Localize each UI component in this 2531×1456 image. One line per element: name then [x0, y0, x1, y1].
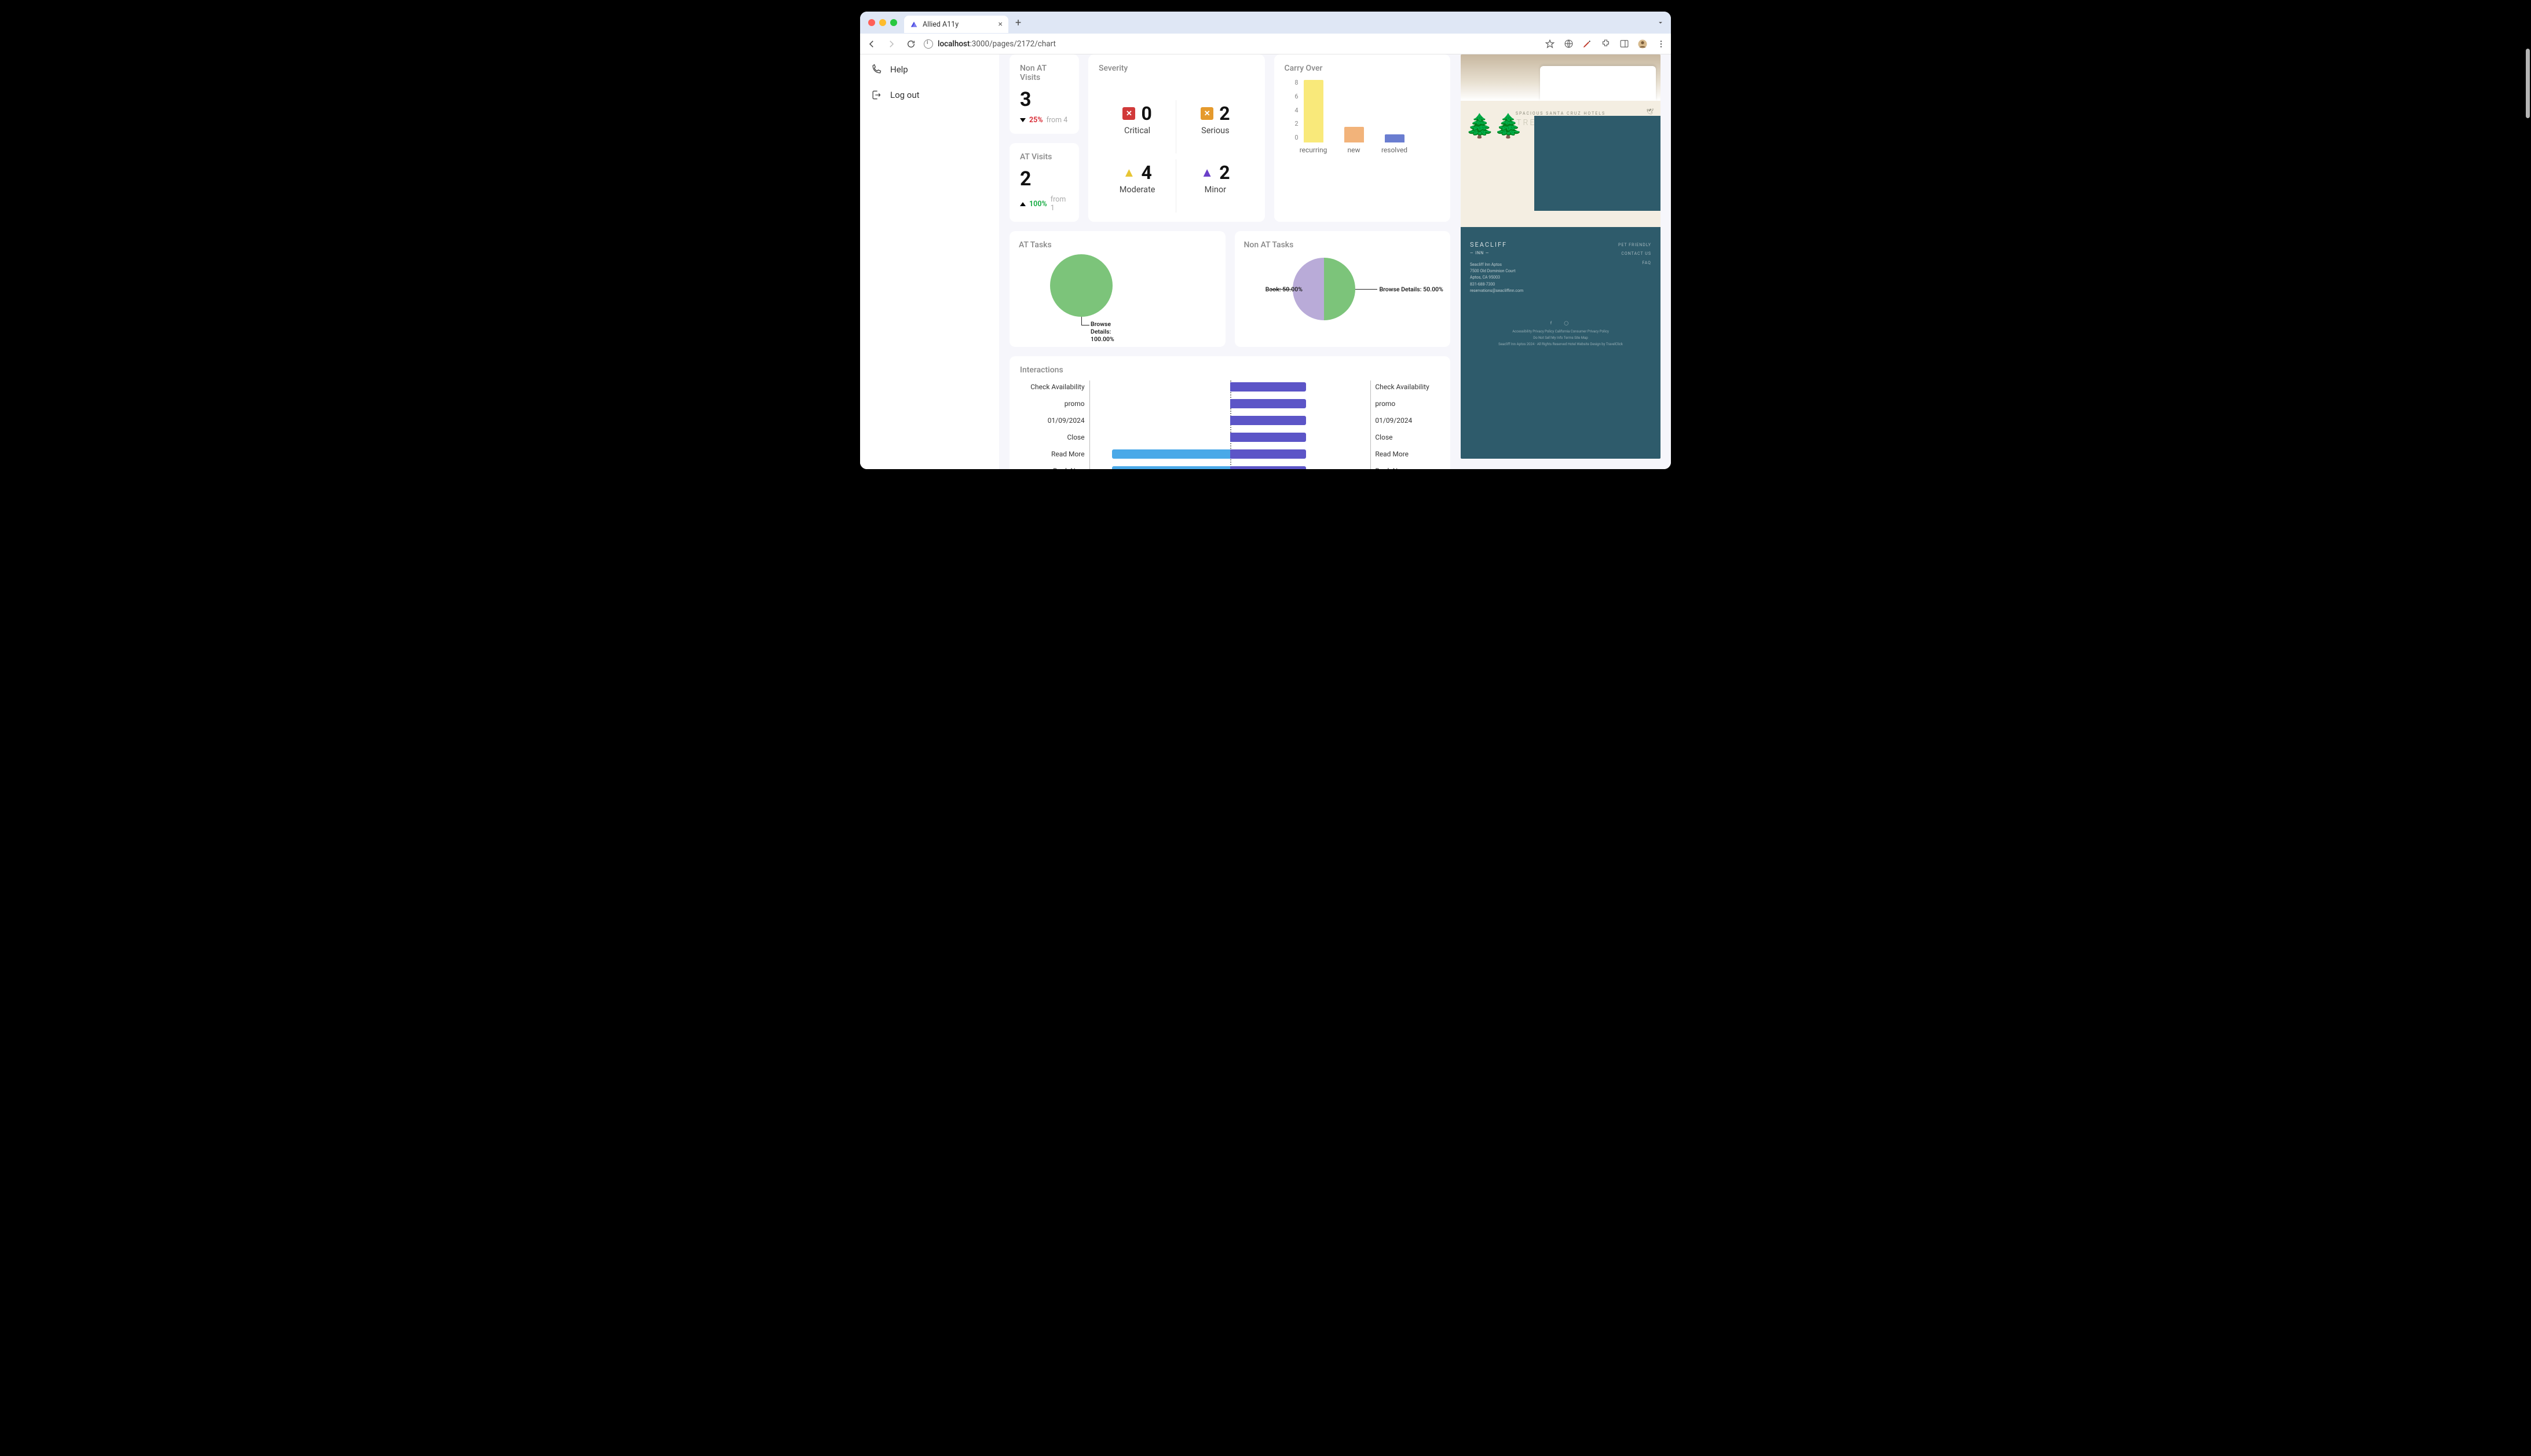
menu-icon[interactable] — [1656, 39, 1666, 49]
reload-button[interactable] — [904, 37, 918, 51]
tab-title: Allied A11y — [923, 20, 959, 29]
card-title: Non AT Tasks — [1244, 240, 1442, 250]
preview-hero-image — [1461, 54, 1660, 101]
forward-button[interactable] — [884, 37, 898, 51]
maximize-window-icon[interactable] — [890, 19, 897, 26]
at-tasks-pie — [1050, 254, 1113, 317]
card-title: Interactions — [1020, 365, 1440, 375]
card-title: Severity — [1099, 64, 1254, 89]
sidebar-item-label: Help — [890, 64, 908, 75]
severity-minor: ▲2 Minor — [1176, 159, 1254, 213]
bookmark-icon[interactable] — [1545, 39, 1555, 49]
browser-window: Allied A11y × + localhost:3000/pages/217… — [860, 12, 1671, 469]
pen-icon[interactable] — [1582, 39, 1592, 49]
address-bar: localhost:3000/pages/2172/chart — [860, 34, 1671, 54]
card-title: AT Tasks — [1019, 240, 1216, 250]
sidebar: Help Log out — [860, 54, 999, 469]
stat-at-visits: AT Visits 2 100% from 1 — [1010, 143, 1079, 222]
non-at-tasks-card: Non AT Tasks Book: 50.00% Browse Details… — [1235, 231, 1451, 347]
back-button[interactable] — [865, 37, 879, 51]
trees-icon: 🌲🌲 — [1465, 118, 1523, 134]
extensions-icon[interactable] — [1600, 39, 1611, 49]
preview-social-icons: f ◯ — [1470, 321, 1651, 325]
dashboard: Non AT Visits 3 25% from 4 AT Visits 2 — [999, 54, 1671, 469]
close-window-icon[interactable] — [868, 19, 875, 26]
address-bar-actions — [1545, 39, 1666, 49]
critical-icon: ✕ — [1122, 107, 1135, 120]
site-info-icon[interactable] — [924, 39, 933, 49]
bird-icon: 🕊 — [1646, 109, 1654, 115]
preview-mid-section: 🕊 🌲🌲 SPACIOUS SANTA CRUZ HOTELS RETREAT … — [1461, 101, 1660, 211]
minor-icon: ▲ — [1201, 166, 1213, 179]
tab-overflow-icon[interactable] — [1655, 17, 1666, 28]
preview-footer-links: PET FRIENDLY CONTACT US FAQ — [1618, 241, 1651, 268]
sidebar-item-logout[interactable]: Log out — [860, 82, 999, 108]
card-title: Non AT Visits — [1020, 64, 1069, 82]
page-preview: 🕊 🌲🌲 SPACIOUS SANTA CRUZ HOTELS RETREAT … — [1461, 54, 1660, 459]
favicon-icon — [910, 20, 918, 28]
preview-image-block — [1534, 116, 1660, 211]
interactions-chart: Check Availability Check Availability pr… — [1020, 381, 1440, 469]
browser-tab[interactable]: Allied A11y × — [904, 16, 1008, 33]
page-preview-panel: 🕊 🌲🌲 SPACIOUS SANTA CRUZ HOTELS RETREAT … — [1461, 54, 1660, 459]
card-title: Carry Over — [1285, 64, 1440, 73]
stat-value: 2 — [1020, 167, 1069, 191]
new-tab-button[interactable]: + — [1012, 17, 1025, 29]
preview-footer: SEACLIFF — INN — Seacliff Inn Aptos 7500… — [1461, 227, 1660, 459]
chevron-down-icon — [1020, 118, 1026, 122]
severity-moderate: ▲4 Moderate — [1099, 159, 1176, 213]
close-tab-icon[interactable]: × — [998, 20, 1003, 29]
profile-icon[interactable] — [1637, 39, 1648, 49]
severity-card: Severity ✕0 Critical ✕2 Serious ▲4 Moder… — [1088, 54, 1265, 222]
preview-legal: Accessibility Privacy Policy California … — [1470, 329, 1651, 347]
at-tasks-card: AT Tasks Browse Details: 100.00% — [1010, 231, 1226, 347]
chevron-up-icon — [1020, 202, 1026, 206]
pie-label: Browse Details: 50.00% — [1380, 286, 1443, 293]
delta-from: from 4 — [1047, 116, 1068, 125]
interactions-card: Interactions Check Availability Check Av… — [1010, 356, 1450, 469]
y-axis: 8 6 4 2 0 — [1285, 79, 1299, 141]
phone-icon — [871, 64, 882, 75]
minimize-window-icon[interactable] — [879, 19, 886, 26]
delta-pct: 100% — [1029, 200, 1047, 208]
url-field[interactable]: localhost:3000/pages/2172/chart — [924, 39, 1539, 49]
delta-from: from 1 — [1051, 195, 1069, 213]
carry-over-card: Carry Over 8 6 4 2 0 recurring new — [1274, 54, 1451, 222]
sidebar-item-label: Log out — [890, 90, 920, 100]
sidebar-item-help[interactable]: Help — [860, 57, 999, 82]
serious-icon: ✕ — [1201, 107, 1213, 120]
delta-pct: 25% — [1029, 116, 1043, 125]
card-title: AT Visits — [1020, 152, 1069, 162]
pie-label: Browse Details: 100.00% — [1091, 320, 1131, 343]
severity-serious: ✕2 Serious — [1176, 100, 1254, 153]
logout-icon — [871, 89, 882, 101]
panel-icon[interactable] — [1619, 39, 1629, 49]
stat-non-at-visits: Non AT Visits 3 25% from 4 — [1010, 54, 1079, 134]
pie-label: Book: 50.00% — [1266, 286, 1303, 293]
moderate-icon: ▲ — [1122, 166, 1135, 179]
carry-over-chart: 8 6 4 2 0 recurring new resolved — [1285, 79, 1440, 154]
url-text: localhost:3000/pages/2172/chart — [938, 39, 1056, 49]
tab-bar: Allied A11y × + — [860, 12, 1671, 34]
page-content: Help Log out Non AT Visits 3 — [860, 54, 1671, 469]
severity-critical: ✕0 Critical — [1099, 100, 1176, 153]
window-controls — [865, 19, 901, 26]
globe-icon[interactable] — [1563, 39, 1574, 49]
stat-value: 3 — [1020, 88, 1069, 111]
